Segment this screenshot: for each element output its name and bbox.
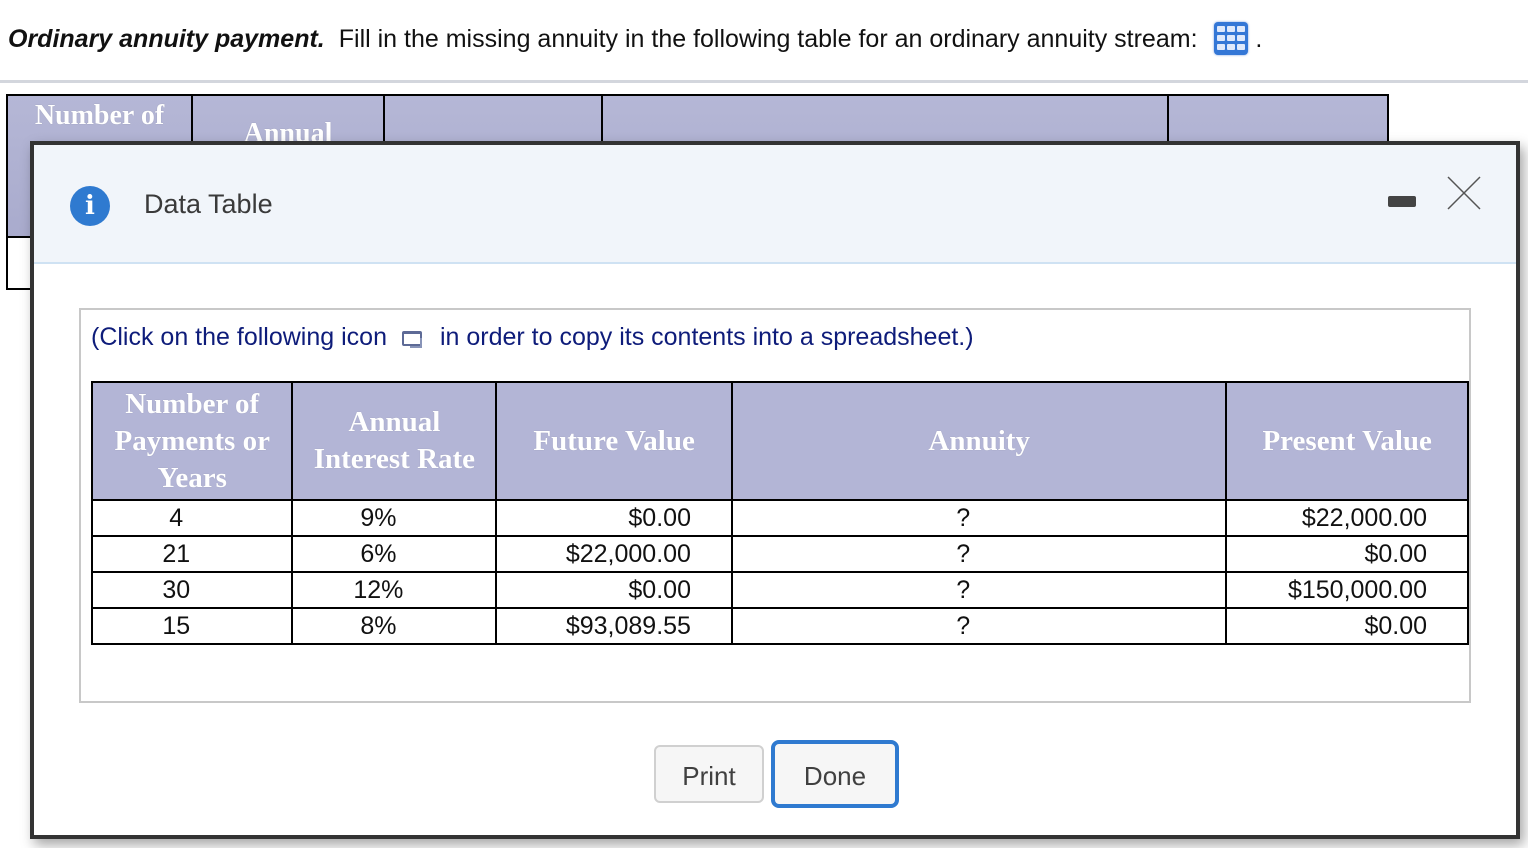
annuity-data-table: Number of Payments or Years Annual Inter… [90,381,1469,645]
header-annual-interest-rate: Annual Interest Rate [291,381,498,501]
cell-present-value: $22,000.00 [1225,499,1469,537]
cell-payments: 4 [90,499,294,537]
header-future-value: Future Value [495,381,733,501]
cell-rate: 9% [291,499,498,537]
table-row: 21 6% $22,000.00 ? $0.00 [90,535,1469,573]
question-prompt: Ordinary annuity payment. Fill in the mis… [8,22,1262,55]
copy-to-spreadsheet-icon[interactable] [400,328,426,348]
cell-future-value: $93,089.55 [495,607,733,645]
cell-annuity: ? [730,571,1228,609]
header-annuity: Annuity [730,381,1228,501]
table-row: 4 9% $0.00 ? $22,000.00 [90,499,1469,537]
instruction-before: (Click on the following icon [91,323,387,351]
cell-present-value: $0.00 [1225,535,1469,573]
dialog-header: i Data Table [34,145,1516,264]
done-button[interactable]: Done [771,740,899,808]
cell-annuity: ? [730,499,1228,537]
cell-future-value: $0.00 [495,571,733,609]
cell-payments: 30 [90,571,294,609]
copy-instruction: (Click on the following icon in order to… [91,323,974,352]
question-trailing: . [1255,25,1263,53]
data-table-dialog: i Data Table (Click on the following ico… [30,141,1520,839]
cell-present-value: $150,000.00 [1225,571,1469,609]
minimize-icon[interactable] [1388,196,1416,207]
cell-future-value: $0.00 [495,499,733,537]
cell-annuity: ? [730,607,1228,645]
info-icon: i [70,186,110,226]
print-button[interactable]: Print [654,745,764,803]
header-number-of-payments: Number of Payments or Years [90,381,294,501]
cell-payments: 15 [90,607,294,645]
table-row: 30 12% $0.00 ? $150,000.00 [90,571,1469,609]
cell-present-value: $0.00 [1225,607,1469,645]
cell-rate: 12% [291,571,498,609]
cell-future-value: $22,000.00 [495,535,733,573]
question-title: Ordinary annuity payment. [8,25,325,53]
dialog-title: Data Table [144,189,273,219]
question-text: Fill in the missing annuity in the follo… [338,25,1198,53]
table-row: 15 8% $93,089.55 ? $0.00 [90,607,1469,645]
table-header-row: Number of Payments or Years Annual Inter… [90,381,1469,501]
cell-annuity: ? [730,535,1228,573]
close-icon[interactable] [1446,175,1482,211]
table-grid-icon[interactable] [1214,22,1249,55]
data-table-content: (Click on the following icon in order to… [79,308,1471,703]
cell-payments: 21 [90,535,294,573]
question-divider [0,80,1528,83]
header-present-value: Present Value [1225,381,1469,501]
cell-rate: 8% [291,607,498,645]
instruction-after: in order to copy its contents into a spr… [439,323,974,351]
cell-rate: 6% [291,535,498,573]
